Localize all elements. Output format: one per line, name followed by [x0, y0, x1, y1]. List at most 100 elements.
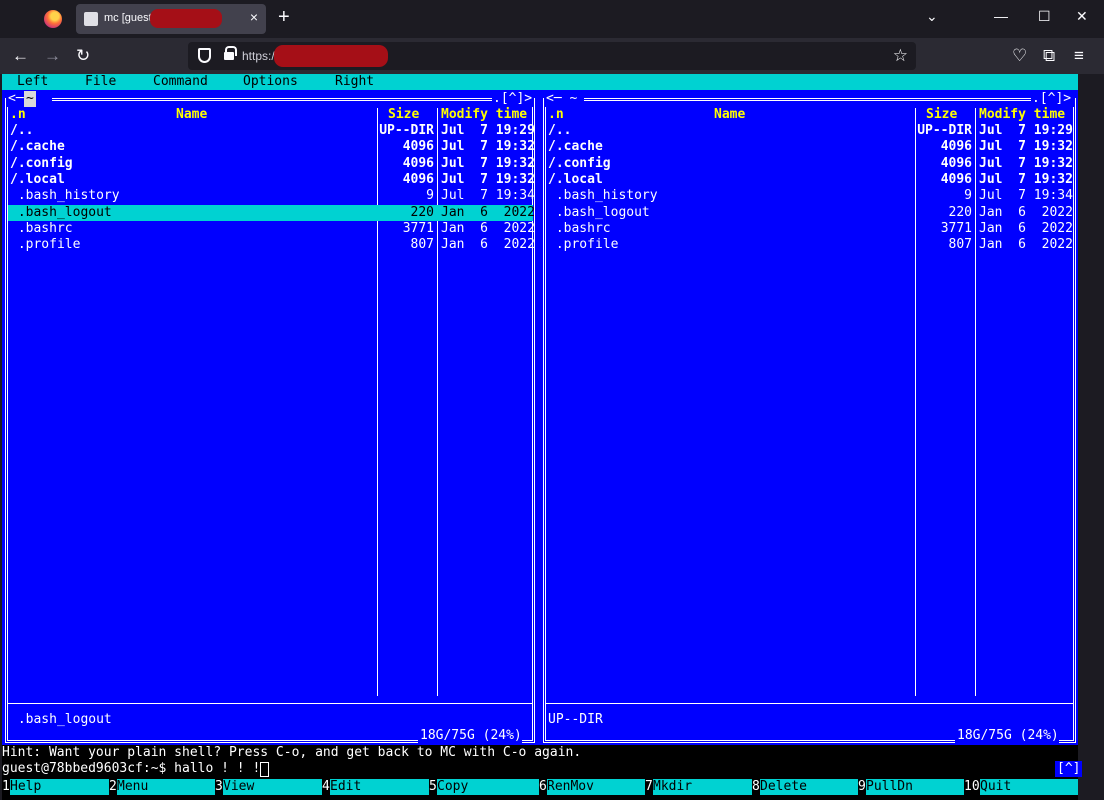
left_panel-row-size[interactable]: 9	[426, 188, 434, 204]
left_panel-row-name[interactable]: /.config	[10, 156, 73, 172]
left_panel-row-size[interactable]: 220	[411, 205, 434, 221]
left_panel-row-size[interactable]: 4096	[403, 139, 434, 155]
right-sort-indicator[interactable]: .n	[548, 107, 564, 123]
left-panel-current-dir[interactable]: ~	[24, 91, 36, 107]
left_panel-row-size[interactable]: 4096	[403, 172, 434, 188]
left_panel-row-name[interactable]: .bash_history	[10, 188, 120, 204]
right_panel-row-name[interactable]: .bashrc	[548, 221, 611, 237]
right-panel-title[interactable]: <─ ~	[546, 91, 577, 107]
pocket-icon[interactable]: ♡	[1012, 46, 1027, 66]
url-bar[interactable]: https:// ☆	[188, 42, 916, 70]
right_panel-row-name[interactable]: /.local	[548, 172, 603, 188]
left_panel-row-name[interactable]: .bashrc	[10, 221, 73, 237]
right_panel-row-name[interactable]: /..	[548, 123, 571, 139]
right_panel-row-date[interactable]: Jul 7 19:32	[979, 139, 1073, 155]
right_panel-row-name[interactable]: .bash_logout	[548, 205, 650, 221]
left-header-name[interactable]: Name	[176, 107, 207, 123]
reload-icon[interactable]: ↻	[76, 46, 90, 66]
right_panel-row-date[interactable]: Jul 7 19:29	[979, 123, 1073, 139]
url-text[interactable]: https://	[242, 49, 278, 63]
fkey-mkdir[interactable]: 7 Mkdir	[645, 779, 752, 795]
right_panel-row-date[interactable]: Jan 6 2022	[979, 237, 1073, 253]
right_panel-row-size[interactable]: 807	[949, 237, 972, 253]
fkey-view[interactable]: 3 View	[215, 779, 322, 795]
left_panel-row-date[interactable]: Jul 7 19:32	[441, 139, 535, 155]
command-line[interactable]: guest@78bbed9603cf:~$ hallo ! ! ! [^]	[2, 761, 1083, 777]
left_panel-row-date[interactable]: Jan 6 2022	[441, 237, 535, 253]
fkey-number: 2	[109, 779, 117, 795]
menu-options[interactable]: Options	[243, 74, 298, 90]
right_panel-row-size[interactable]: 220	[949, 205, 972, 221]
left_panel-row-date[interactable]: Jul 7 19:29	[441, 123, 535, 139]
tab-close-icon[interactable]: ×	[250, 9, 258, 25]
menu-command[interactable]: Command	[153, 74, 208, 90]
left_panel-row-name[interactable]: .bash_logout	[10, 205, 112, 221]
new-tab-button[interactable]: +	[278, 7, 290, 27]
left_panel-row-size[interactable]: 3771	[403, 221, 434, 237]
close-window-icon[interactable]: ✕	[1076, 8, 1088, 25]
menu-left[interactable]: Left	[17, 74, 48, 90]
menu-file[interactable]: File	[85, 74, 116, 90]
right_panel-row-name[interactable]: /.cache	[548, 139, 603, 155]
fkey-edit[interactable]: 4 Edit	[322, 779, 429, 795]
fkey-delete[interactable]: 8 Delete	[752, 779, 858, 795]
maximize-icon[interactable]: ☐	[1038, 8, 1051, 25]
firefox-logo-icon[interactable]	[44, 10, 62, 28]
left_panel-row-name[interactable]: /.local	[10, 172, 65, 188]
browser-tab-mc[interactable]: mc [guest@ ×	[76, 4, 266, 34]
right_panel-row-name[interactable]: /.config	[548, 156, 611, 172]
right-header-size[interactable]: Size	[926, 107, 957, 123]
tracking-shield-icon[interactable]	[198, 48, 211, 63]
left_panel-row-date[interactable]: Jul 7 19:32	[441, 172, 535, 188]
fkey-label: View	[223, 779, 322, 795]
right_panel-row-date[interactable]: Jan 6 2022	[979, 221, 1073, 237]
minimize-icon[interactable]: —	[994, 8, 1008, 24]
fkey-pulldn[interactable]: 9 PullDn	[858, 779, 964, 795]
lock-icon[interactable]	[224, 46, 237, 60]
fkey-help[interactable]: 1 Help	[2, 779, 109, 795]
fkey-copy[interactable]: 5 Copy	[429, 779, 539, 795]
left_panel-row-date[interactable]: Jan 6 2022	[441, 221, 535, 237]
left_panel-row-name[interactable]: /.cache	[10, 139, 65, 155]
left_panel-row-size[interactable]: UP--DIR	[379, 123, 434, 139]
right_panel-row-size[interactable]: 9	[964, 188, 972, 204]
right_panel-row-date[interactable]: Jul 7 19:32	[979, 156, 1073, 172]
extensions-icon[interactable]: ⧉	[1043, 46, 1055, 66]
right-header-modify-time[interactable]: Modify time	[979, 107, 1065, 123]
right_panel-row-name[interactable]: .profile	[548, 237, 619, 253]
fkey-menu[interactable]: 2 Menu	[109, 779, 215, 795]
right_panel-row-date[interactable]: Jul 7 19:32	[979, 172, 1073, 188]
left-header-size[interactable]: Size	[388, 107, 419, 123]
command-prompt[interactable]: guest@78bbed9603cf:~$ hallo ! ! !	[2, 761, 260, 777]
bookmark-star-icon[interactable]: ☆	[893, 46, 908, 66]
left-panel-history-button[interactable]: .[^]>	[493, 91, 532, 107]
left-sort-indicator[interactable]: .n	[10, 107, 26, 123]
left_panel-row-date[interactable]: Jan 6 2022	[441, 205, 535, 221]
fkey-quit[interactable]: 10 Quit	[964, 779, 1078, 795]
right_panel-row-size[interactable]: 4096	[941, 172, 972, 188]
left_panel-row-size[interactable]: 807	[411, 237, 434, 253]
left_panel-row-date[interactable]: Jul 7 19:34	[441, 188, 535, 204]
subshell-badge[interactable]: [^]	[1055, 761, 1083, 777]
right-header-name[interactable]: Name	[714, 107, 745, 123]
tab-list-icon[interactable]: ⌄	[926, 8, 938, 25]
fkey-renmov[interactable]: 6 RenMov	[539, 779, 645, 795]
forward-icon[interactable]: →	[44, 46, 61, 66]
menu-right[interactable]: Right	[335, 74, 374, 90]
right_panel-row-name[interactable]: .bash_history	[548, 188, 658, 204]
back-icon[interactable]: ←	[12, 46, 29, 66]
app-menu-icon[interactable]: ≡	[1074, 46, 1084, 66]
right_panel-row-size[interactable]: 3771	[941, 221, 972, 237]
right_panel-row-date[interactable]: Jul 7 19:34	[979, 188, 1073, 204]
left-header-modify-time[interactable]: Modify time	[441, 107, 527, 123]
right-panel-history-button[interactable]: .[^]>	[1032, 91, 1071, 107]
terminal-viewport[interactable]: Left File Command Options Right <─ ~ .[^…	[2, 74, 1083, 800]
left_panel-row-name[interactable]: /..	[10, 123, 33, 139]
left_panel-row-size[interactable]: 4096	[403, 156, 434, 172]
left_panel-row-date[interactable]: Jul 7 19:32	[441, 156, 535, 172]
right_panel-row-size[interactable]: 4096	[941, 156, 972, 172]
right_panel-row-size[interactable]: UP--DIR	[917, 123, 972, 139]
right_panel-row-size[interactable]: 4096	[941, 139, 972, 155]
right_panel-row-date[interactable]: Jan 6 2022	[979, 205, 1073, 221]
left_panel-row-name[interactable]: .profile	[10, 237, 81, 253]
